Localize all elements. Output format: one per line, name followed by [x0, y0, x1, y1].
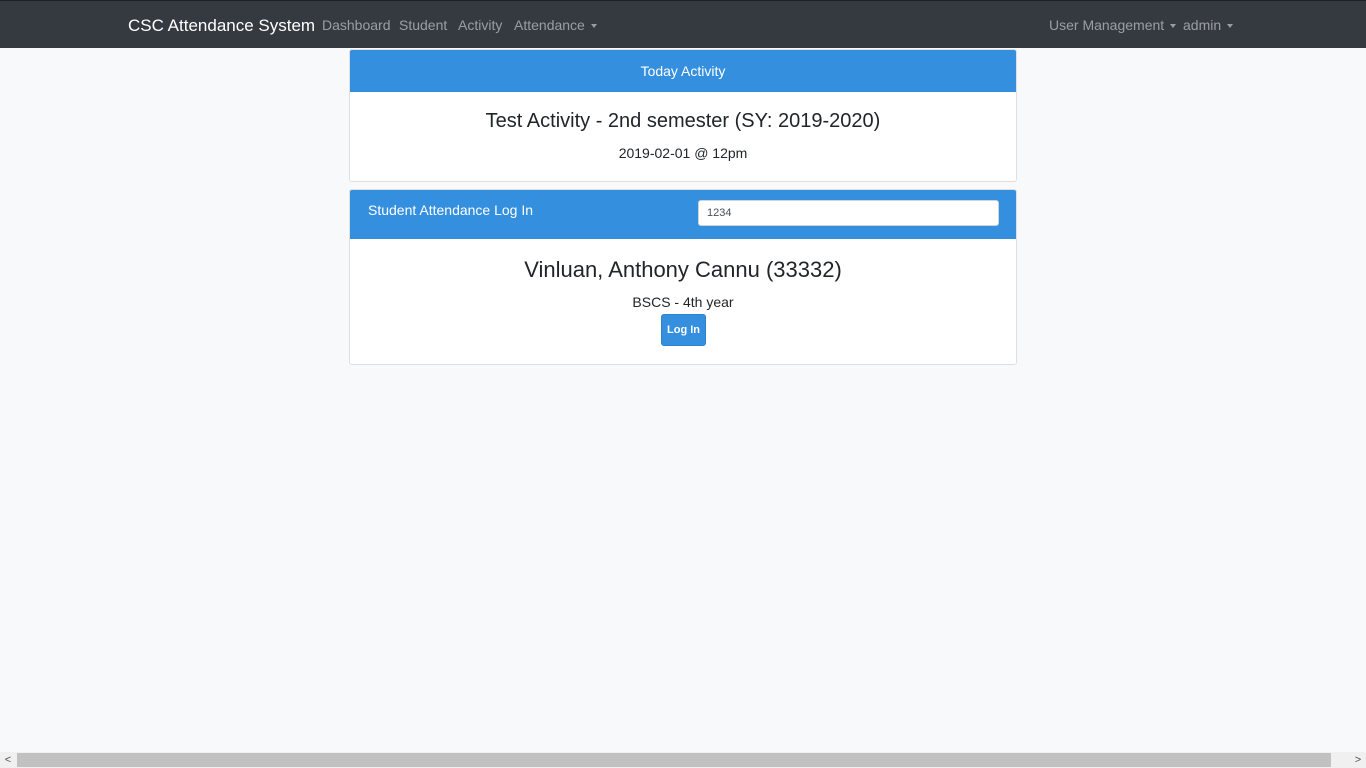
today-activity-card: Today Activity Test Activity - 2nd semes…: [349, 49, 1017, 182]
student-course-year: BSCS - 4th year: [632, 294, 734, 310]
nav-admin-dropdown[interactable]: admin: [1183, 17, 1234, 33]
caret-down-icon: [590, 24, 597, 28]
brand-link[interactable]: CSC Attendance System: [128, 16, 315, 36]
caret-down-icon: [1227, 24, 1234, 28]
activity-date: 2019-02-01 @ 12pm: [618, 145, 748, 161]
nav-dashboard[interactable]: Dashboard: [322, 17, 391, 33]
nav-user-management-label: User Management: [1049, 17, 1165, 33]
scroll-right-icon[interactable]: >: [1350, 752, 1366, 768]
activity-title: Test Activity - 2nd semester (SY: 2019-2…: [485, 110, 881, 132]
attendance-login-card: Student Attendance Log In Vinluan, Antho…: [349, 189, 1017, 365]
attendance-login-title: Student Attendance Log In: [368, 202, 534, 218]
horizontal-scrollbar[interactable]: < >: [0, 752, 1366, 768]
nav-activity[interactable]: Activity: [458, 17, 502, 33]
today-activity-header: Today Activity: [350, 50, 1016, 92]
scrollbar-thumb[interactable]: [17, 753, 1331, 767]
scroll-left-icon[interactable]: <: [0, 752, 16, 768]
student-id-input[interactable]: [698, 200, 999, 226]
nav-attendance-dropdown[interactable]: Attendance: [514, 17, 597, 33]
top-navbar: CSC Attendance System Dashboard Student …: [0, 0, 1366, 48]
nav-attendance-label: Attendance: [514, 17, 585, 33]
nav-student[interactable]: Student: [399, 17, 447, 33]
nav-admin-label: admin: [1183, 17, 1222, 33]
nav-user-management-dropdown[interactable]: User Management: [1049, 17, 1177, 33]
caret-down-icon: [1170, 24, 1177, 28]
attendance-login-header: Student Attendance Log In: [350, 190, 1016, 239]
log-in-button[interactable]: Log In: [661, 314, 706, 346]
student-name: Vinluan, Anthony Cannu (33332): [524, 257, 842, 282]
